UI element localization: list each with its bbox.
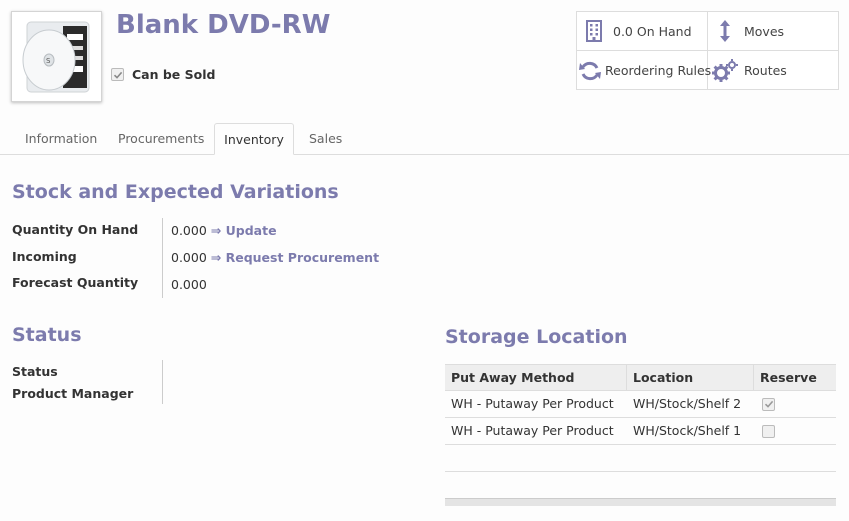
- tab-sales[interactable]: Sales: [297, 123, 354, 155]
- row-method: WH - Putaway Per Product: [451, 396, 614, 411]
- can-be-sold-row: Can be Sold: [111, 67, 215, 82]
- moves-label: Moves: [744, 23, 785, 39]
- product-image[interactable]: S: [11, 11, 102, 102]
- table-header: Put Away Method Location Reserve: [445, 364, 836, 391]
- moves-button[interactable]: Moves: [708, 12, 839, 51]
- request-procurement-link[interactable]: ⇒ Request Procurement: [211, 250, 379, 265]
- reserve-checkbox[interactable]: [762, 424, 775, 438]
- on-hand-button[interactable]: 0.0 On Hand: [577, 12, 708, 51]
- tab-inventory[interactable]: Inventory: [214, 123, 294, 155]
- status-divider: [162, 360, 163, 404]
- col-put-away-method[interactable]: Put Away Method: [445, 365, 627, 390]
- row-reserve-cell: [754, 418, 836, 444]
- storage-section-title: Storage Location: [445, 326, 628, 348]
- stock-divider: [162, 218, 163, 298]
- qty-on-hand-field: 0.000 ⇒ Update: [171, 223, 277, 238]
- checkmark-icon: [113, 71, 122, 79]
- storage-table: Put Away Method Location Reserve WH - Pu…: [445, 364, 836, 506]
- status-label: Status: [12, 364, 58, 379]
- qty-on-hand-label: Quantity On Hand: [12, 222, 139, 237]
- can-be-sold-checkbox[interactable]: [111, 68, 124, 81]
- col-location[interactable]: Location: [627, 365, 754, 390]
- building-icon: [579, 20, 609, 42]
- product-title: Blank DVD-RW: [116, 10, 331, 40]
- forecast-label: Forecast Quantity: [12, 275, 139, 290]
- reordering-rules-button[interactable]: Reordering Rules: [577, 51, 712, 90]
- routes-button[interactable]: Routes: [708, 51, 839, 90]
- reserve-checkbox[interactable]: [762, 397, 775, 411]
- incoming-label: Incoming: [12, 249, 77, 264]
- reordering-rules-label: Reordering Rules: [605, 63, 712, 78]
- empty-row: [445, 445, 836, 472]
- tab-information[interactable]: Information: [13, 123, 109, 155]
- svg-text:S: S: [46, 57, 51, 65]
- gears-icon: [710, 58, 740, 83]
- table-row[interactable]: WH - Putaway Per Product WH/Stock/Shelf …: [445, 391, 836, 418]
- row-method: WH - Putaway Per Product: [451, 423, 614, 438]
- tab-procurements[interactable]: Procurements: [106, 123, 216, 155]
- can-be-sold-label: Can be Sold: [132, 67, 216, 82]
- smart-buttons: 0.0 On Hand Moves Reordering Rules Route…: [576, 11, 839, 90]
- row-location: WH/Stock/Shelf 1: [633, 423, 742, 438]
- incoming-field: 0.000 ⇒ Request Procurement: [171, 250, 379, 265]
- table-row[interactable]: WH - Putaway Per Product WH/Stock/Shelf …: [445, 418, 836, 445]
- col-reserve[interactable]: Reserve: [754, 365, 836, 390]
- row-location: WH/Stock/Shelf 2: [633, 396, 742, 411]
- refresh-icon: [579, 60, 601, 82]
- update-link[interactable]: ⇒ Update: [211, 223, 277, 238]
- product-manager-label: Product Manager: [12, 386, 134, 401]
- qty-on-hand-value: 0.000: [171, 223, 207, 238]
- table-footer: [445, 498, 836, 506]
- incoming-value: 0.000: [171, 250, 207, 265]
- notebook-tabs: Information Procurements Inventory Sales: [0, 123, 849, 155]
- forecast-value: 0.000: [171, 277, 207, 292]
- stock-section-title: Stock and Expected Variations: [12, 181, 339, 203]
- row-reserve-cell: [754, 391, 836, 417]
- checkmark-icon: [764, 400, 773, 408]
- on-hand-label: 0.0 On Hand: [613, 23, 692, 39]
- status-section-title: Status: [12, 324, 82, 346]
- dvd-spindle-image: S: [22, 21, 89, 92]
- routes-label: Routes: [744, 63, 787, 78]
- vertical-arrows-icon: [710, 19, 740, 43]
